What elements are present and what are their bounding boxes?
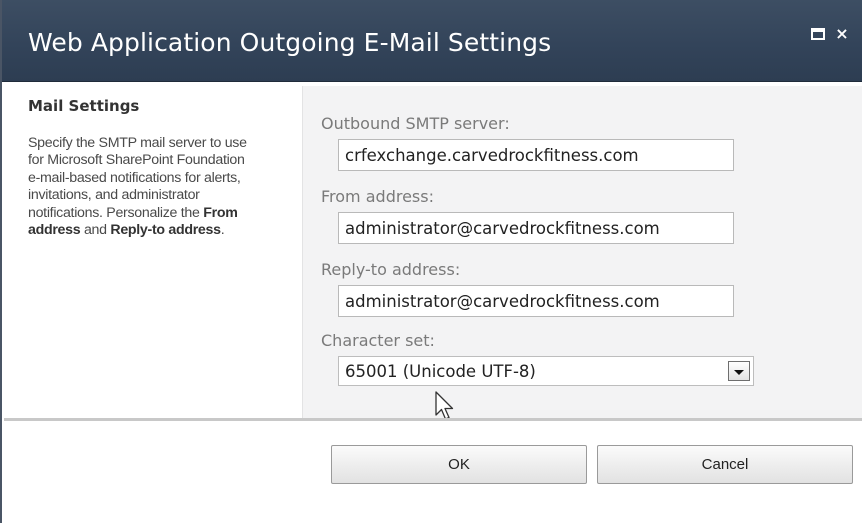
close-glyph: × [835,24,849,43]
mail-settings-description-panel: Mail Settings Specify the SMTP mail serv… [28,97,260,239]
mail-settings-form: Outbound SMTP server: crfexchange.carved… [302,86,862,418]
character-set-value: 65001 (Unicode UTF-8) [345,361,536,381]
section-title: Mail Settings [28,97,140,115]
character-set-label: Character set: [321,331,435,350]
dialog-title: Web Application Outgoing E-Mail Settings [28,28,552,57]
reply-to-address-input[interactable]: administrator@carvedrockfitness.com [338,285,734,317]
section-description: Specify the SMTP mail server to use for … [28,135,260,239]
footer-divider [4,418,862,421]
from-address-label: From address: [321,187,434,206]
smtp-server-input[interactable]: crfexchange.carvedrockfitness.com [338,139,734,171]
email-settings-dialog: Web Application Outgoing E-Mail Settings… [0,0,862,523]
smtp-server-label: Outbound SMTP server: [321,114,510,133]
chevron-down-icon[interactable] [728,361,750,381]
maximize-icon[interactable] [808,24,828,44]
close-icon[interactable]: × [832,24,852,44]
maximize-box-shape [811,28,825,40]
from-address-input[interactable]: administrator@carvedrockfitness.com [338,212,734,244]
ok-button[interactable]: OK [331,445,587,484]
character-set-select[interactable]: 65001 (Unicode UTF-8) [338,356,754,386]
desc-period: . [220,222,225,239]
cancel-button[interactable]: Cancel [597,445,853,484]
reply-to-address-label: Reply-to address: [321,260,461,279]
dialog-titlebar: Web Application Outgoing E-Mail Settings… [2,0,862,82]
desc-and: and [80,222,111,239]
desc-reply-to-address: Reply-to address [110,222,221,239]
